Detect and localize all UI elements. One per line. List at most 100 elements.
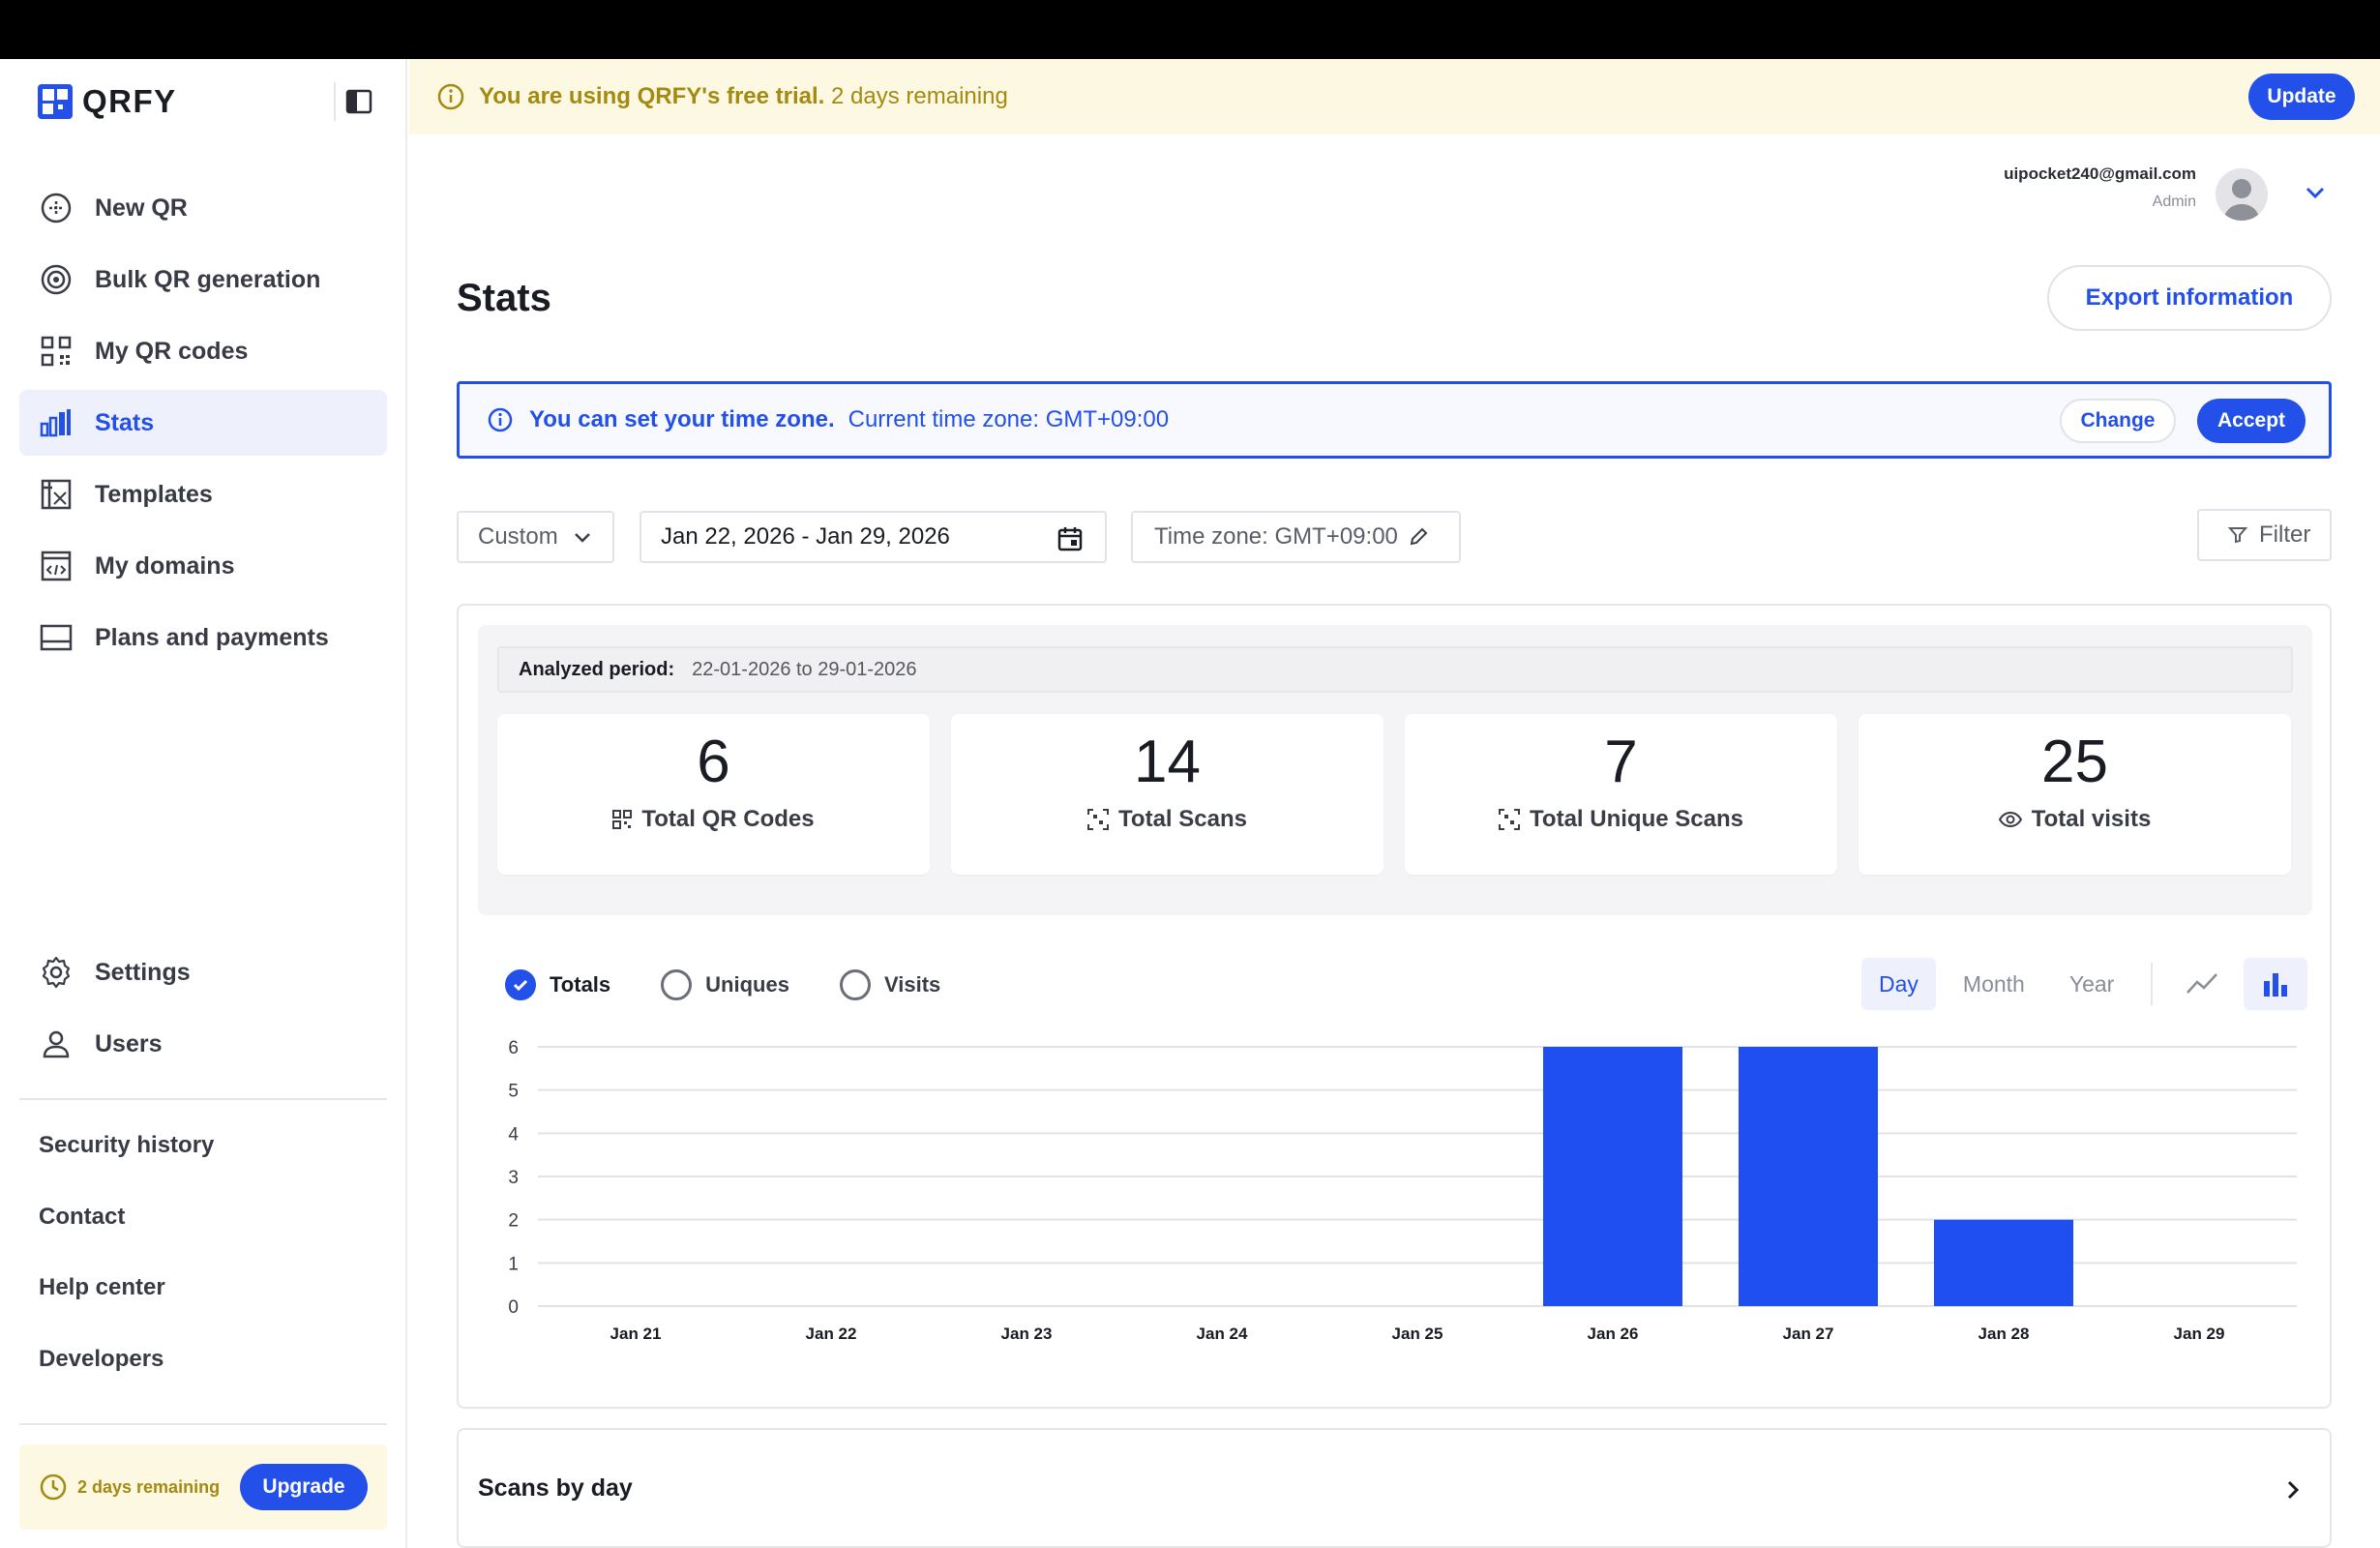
- checkbox-unchecked-icon: [661, 969, 693, 1000]
- range-select[interactable]: Custom: [457, 511, 614, 563]
- app-name: QRFY: [82, 83, 177, 119]
- qr-grid-icon: [39, 334, 74, 369]
- user-role: Admin: [2152, 194, 2196, 210]
- sidebar-item-label: Settings: [95, 958, 191, 986]
- kpi-label: Total QR Codes: [641, 806, 815, 832]
- funnel-icon: [2228, 527, 2247, 544]
- kpi-value: 7: [1604, 729, 1638, 795]
- secondary-nav: Settings Users: [19, 939, 387, 1083]
- tab-day[interactable]: Day: [1861, 958, 1936, 1010]
- x-tick-label: Jan 22: [806, 1325, 857, 1343]
- bar: [1934, 1219, 2073, 1306]
- x-tick-label: Jan 29: [2174, 1325, 2225, 1343]
- filter-button[interactable]: Filter: [2197, 509, 2332, 561]
- pencil-icon: [1410, 527, 1428, 546]
- y-tick-label: 0: [508, 1297, 519, 1318]
- line-chart-button[interactable]: [2170, 958, 2234, 1010]
- bar-chart-icon: [2264, 973, 2288, 997]
- gear-icon: [39, 955, 74, 990]
- sidebar-item-label: Users: [95, 1029, 163, 1057]
- filter-label: Filter: [2259, 521, 2311, 548]
- timezone-selector[interactable]: Time zone: GMT+09:00: [1131, 511, 1461, 563]
- calendar-icon: [1057, 527, 1083, 551]
- sidebar-item-my-qr-codes[interactable]: My QR codes: [19, 318, 387, 384]
- kpi-value: 25: [2041, 729, 2108, 795]
- x-tick-label: Jan 25: [1392, 1325, 1443, 1343]
- y-tick-label: 1: [508, 1254, 519, 1274]
- sidebar-item-users[interactable]: Users: [19, 1011, 387, 1077]
- tab-month[interactable]: Month: [1946, 958, 2042, 1010]
- sidebar-divider: [19, 1098, 387, 1100]
- user-menu-chevron[interactable]: [2303, 180, 2328, 210]
- bar-chart-button[interactable]: [2244, 958, 2308, 1010]
- accept-timezone-button[interactable]: Accept: [2197, 399, 2306, 443]
- period-tabs: Day Month Year: [1861, 958, 2317, 1010]
- series-toggles: Totals Uniques Visits: [505, 969, 991, 1000]
- plus-circle-icon: [39, 191, 74, 225]
- clock-icon: [40, 1474, 67, 1501]
- x-tick-label: Jan 26: [1588, 1325, 1639, 1343]
- target-icon: [39, 262, 74, 297]
- range-select-value: Custom: [478, 523, 558, 550]
- y-tick-label: 3: [508, 1168, 519, 1188]
- chevron-right-icon: [2287, 1480, 2300, 1500]
- kpi-value: 14: [1134, 729, 1201, 795]
- x-tick-label: Jan 28: [1978, 1325, 2030, 1343]
- sidebar-item-stats[interactable]: Stats: [19, 390, 387, 456]
- page-title: Stats: [457, 277, 551, 319]
- link-help-center[interactable]: Help center: [39, 1252, 214, 1324]
- scans-bar-chart: 0 1 2 3 4 5 6 Jan 21 Jan 22 Jan 23 Jan 24 Jan 25 Jan…: [508, 1038, 2297, 1343]
- domain-icon: [39, 549, 74, 583]
- toggle-uniques[interactable]: Uniques: [661, 969, 789, 1000]
- trial-banner-remaining: 2 days remaining: [831, 83, 1008, 109]
- qr-icon: [612, 810, 633, 829]
- kpi-label: Total Scans: [1118, 806, 1247, 832]
- toggle-label: Totals: [550, 972, 611, 997]
- link-developers[interactable]: Developers: [39, 1324, 214, 1395]
- sidebar-item-my-domains[interactable]: My domains: [19, 533, 387, 599]
- avatar[interactable]: [2216, 168, 2268, 221]
- toggle-visits[interactable]: Visits: [839, 969, 941, 1000]
- user-email: uipocket240@gmail.com: [2004, 164, 2196, 183]
- main-nav: New QR Bulk QR generation My QR codes St…: [19, 175, 387, 676]
- sidebar-item-plans-payments[interactable]: Plans and payments: [19, 605, 387, 670]
- line-chart-icon: [2187, 973, 2218, 994]
- avatar-person-icon: [2223, 179, 2260, 221]
- upgrade-button[interactable]: Upgrade: [240, 1464, 368, 1510]
- link-security-history[interactable]: Security history: [39, 1110, 214, 1181]
- sidebar-item-bulk-qr[interactable]: Bulk QR generation: [19, 247, 387, 313]
- x-tick-label: Jan 24: [1197, 1325, 1248, 1343]
- toggle-label: Visits: [883, 972, 941, 997]
- checkbox-checked-icon: [505, 969, 536, 1000]
- card-icon: [39, 620, 74, 655]
- info-icon: [437, 83, 464, 110]
- user-icon: [39, 1027, 74, 1061]
- sidebar-item-new-qr[interactable]: New QR: [19, 175, 387, 241]
- link-contact[interactable]: Contact: [39, 1181, 214, 1253]
- timezone-banner: You can set your time zone. Current time…: [457, 381, 2332, 459]
- update-button[interactable]: Update: [2248, 74, 2355, 120]
- sidebar: QRFY New QR Bulk QR generation My QR cod…: [0, 59, 407, 1548]
- toggle-totals[interactable]: Totals: [505, 969, 610, 1000]
- sidebar-item-label: Templates: [95, 480, 213, 508]
- y-tick-label: 5: [508, 1082, 519, 1102]
- analyzed-period: Analyzed period: 22-01-2026 to 29-01-202…: [497, 646, 2293, 693]
- analyzed-period-value: 22-01-2026 to 29-01-2026: [692, 658, 917, 680]
- date-range-picker[interactable]: Jan 22, 2026 - Jan 29, 2026: [640, 511, 1107, 563]
- scans-by-day-section[interactable]: Scans by day: [457, 1428, 2332, 1548]
- sidebar-item-settings[interactable]: Settings: [19, 939, 387, 1005]
- export-information-button[interactable]: Export information: [2047, 265, 2332, 331]
- sidebar-item-label: My domains: [95, 551, 235, 580]
- scan-icon: [1499, 809, 1521, 830]
- sidebar-item-label: My QR codes: [95, 337, 249, 365]
- kpi-label: Total Unique Scans: [1530, 806, 1743, 832]
- eye-icon: [1998, 811, 2022, 828]
- app-logo[interactable]: QRFY: [38, 83, 177, 120]
- collapse-sidebar-button[interactable]: [334, 82, 372, 121]
- sidebar-divider: [19, 1423, 387, 1425]
- change-timezone-button[interactable]: Change: [2060, 399, 2176, 443]
- bar: [1543, 1047, 1682, 1306]
- sidebar-item-templates[interactable]: Templates: [19, 461, 387, 527]
- tab-year[interactable]: Year: [2052, 958, 2131, 1010]
- kpi-total-unique-scans: 7 Total Unique Scans: [1405, 714, 1837, 875]
